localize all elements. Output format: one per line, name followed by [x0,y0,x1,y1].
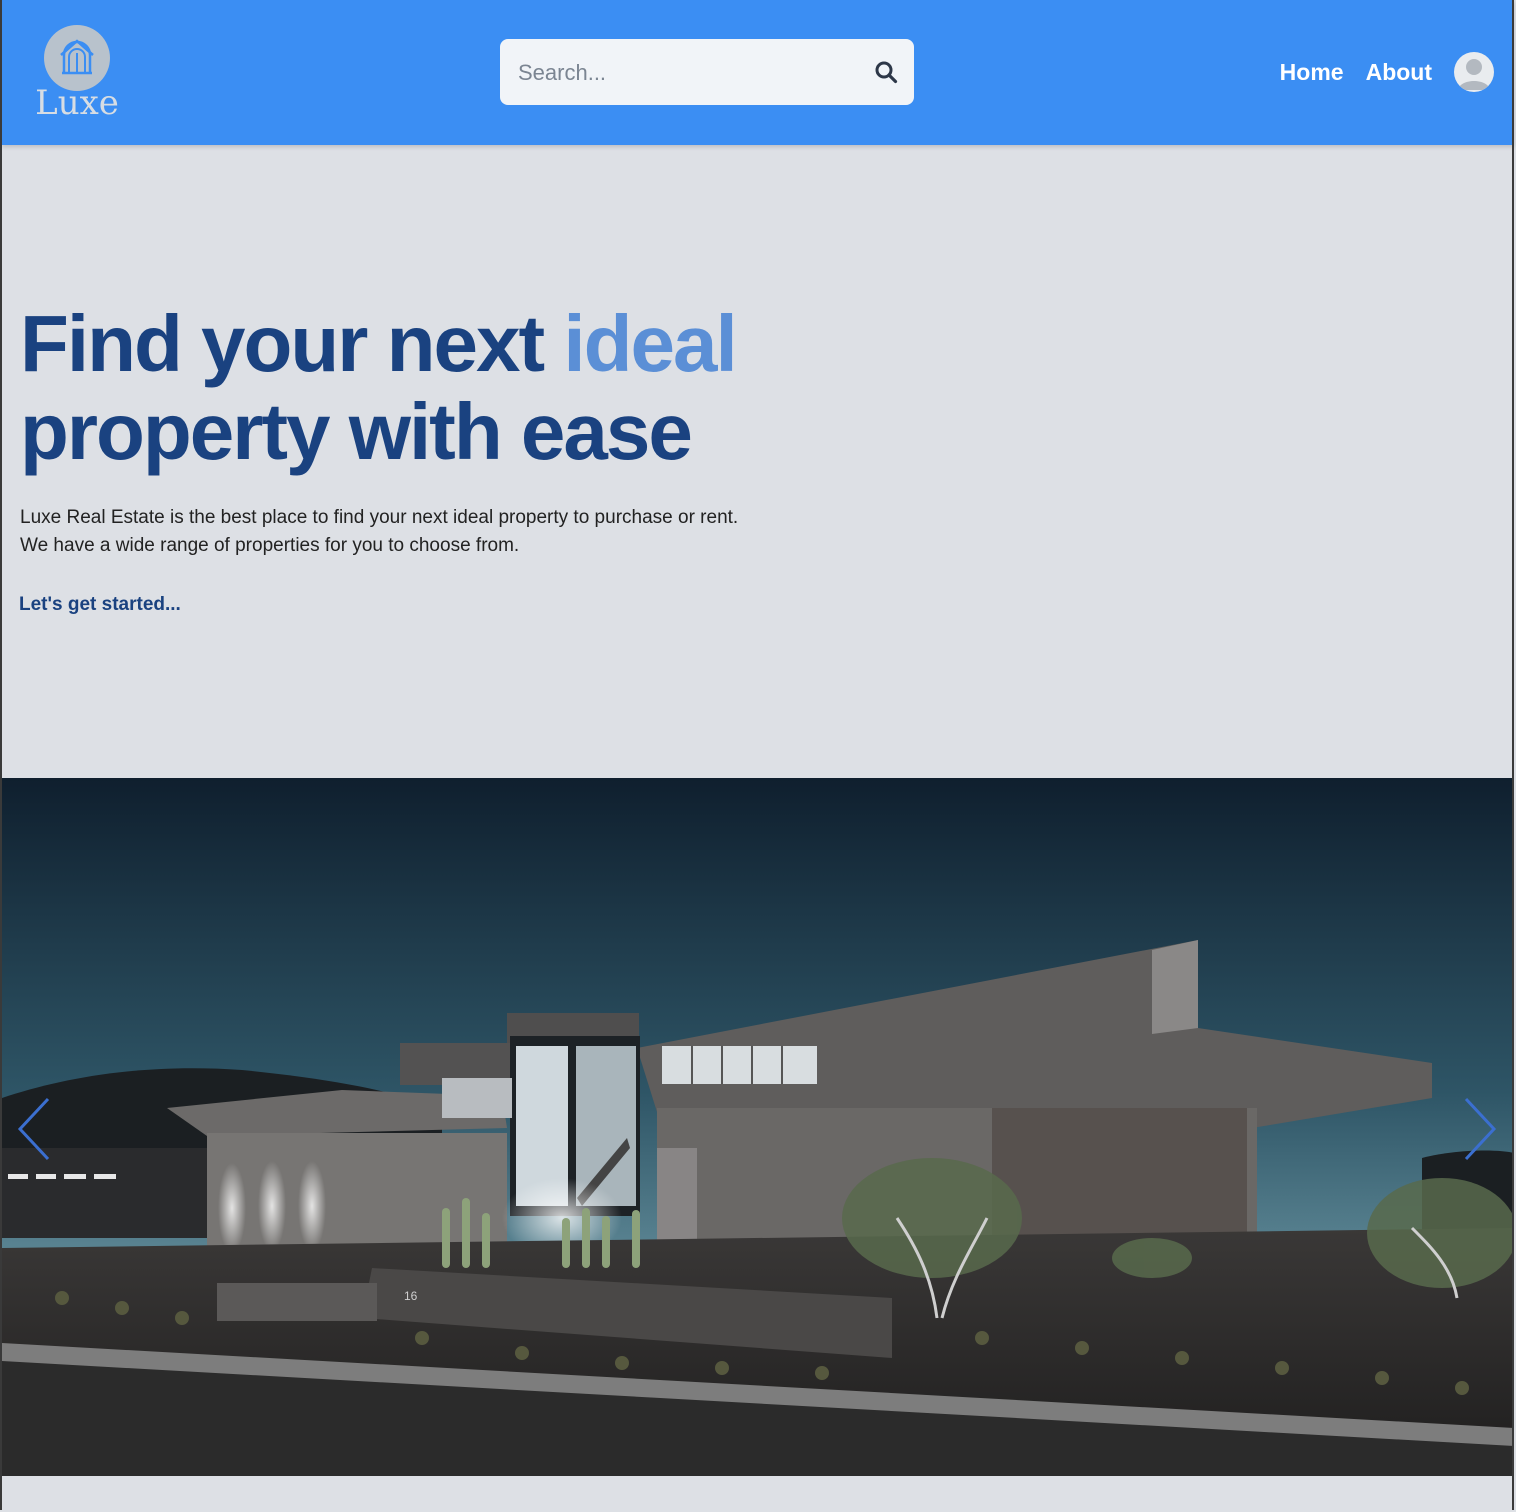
main-nav: Home About [1280,52,1494,92]
house-gate-icon [60,39,94,75]
hero-title-accent: ideal [563,299,737,388]
chevron-right-icon[interactable] [1460,1095,1500,1163]
get-started-link[interactable]: Let's get started... [19,594,181,616]
hero-description-line1: Luxe Real Estate is the best place to fi… [20,507,739,528]
house-number: 16 [404,1289,418,1303]
top-navbar: Luxe Home About [2,0,1514,145]
hero-title: Find your next ideal property with ease [20,299,738,476]
chevron-left-icon[interactable] [14,1095,54,1163]
user-icon [1458,59,1490,90]
logo-wordmark: Luxe [35,83,119,123]
nav-about-link[interactable]: About [1366,59,1432,86]
hero-description: Luxe Real Estate is the best place to fi… [20,504,840,560]
user-avatar[interactable] [1454,52,1494,92]
hero-title-part1: Find your next [20,299,564,388]
search-bar [500,39,914,107]
logo-emblem [44,25,110,91]
brand-logo[interactable]: Luxe [34,25,122,125]
nav-home-link[interactable]: Home [1280,59,1344,86]
hero-title-part2: property with ease [20,387,693,476]
hero-description-line2: We have a wide range of properties for y… [20,535,520,556]
search-input[interactable] [516,39,860,107]
carousel-slide-image: 16 [2,778,1514,1476]
search-icon[interactable] [874,60,898,84]
property-carousel: 16 [2,778,1514,1476]
